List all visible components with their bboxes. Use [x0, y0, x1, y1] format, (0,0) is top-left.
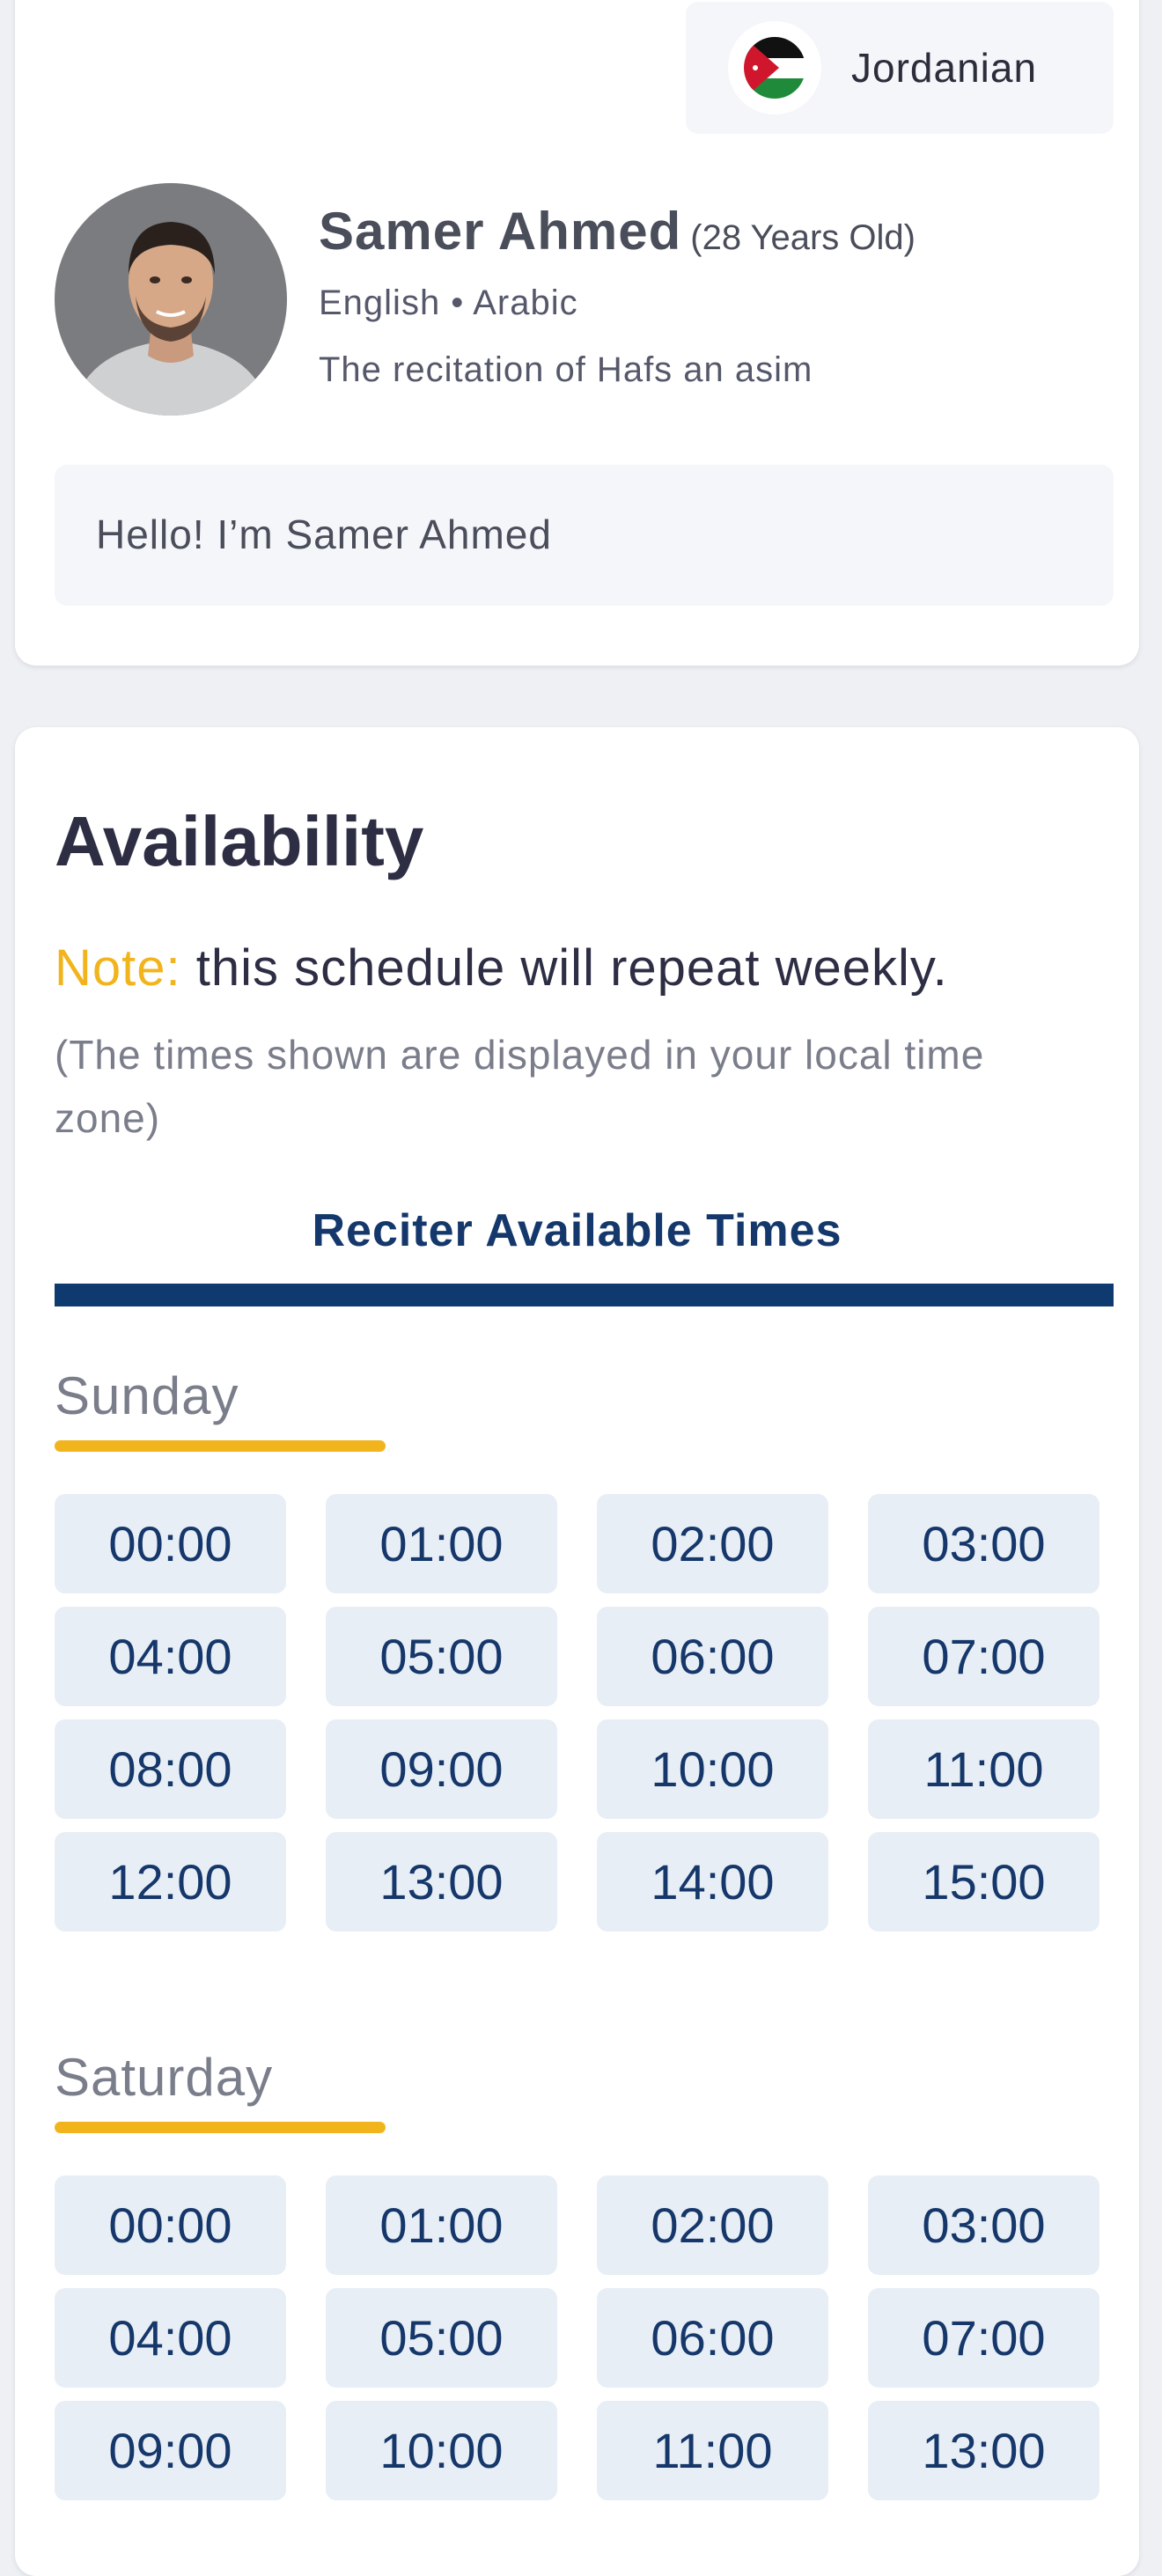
time-slots-saturday: 00:00 01:00 02:00 03:00 04:00 05:00 06:0…: [55, 2175, 1114, 2500]
time-slot[interactable]: 01:00: [326, 1494, 557, 1593]
jordan-flag-icon: [728, 21, 821, 114]
bio-text: Hello! I’m Samer Ahmed: [96, 512, 552, 557]
tab-reciter-available-times[interactable]: Reciter Available Times: [15, 1204, 1139, 1257]
time-slot[interactable]: 09:00: [55, 2401, 286, 2500]
time-slot[interactable]: 04:00: [55, 2288, 286, 2388]
day-name: Sunday: [55, 1366, 239, 1425]
time-slot[interactable]: 11:00: [597, 2401, 828, 2500]
tab-indicator: [55, 1284, 1114, 1306]
avatar: [55, 183, 287, 416]
time-slot[interactable]: 06:00: [597, 2288, 828, 2388]
availability-card: Availability Note: this schedule will re…: [15, 727, 1139, 2576]
time-slot[interactable]: 04:00: [55, 1607, 286, 1706]
time-slot[interactable]: 10:00: [597, 1719, 828, 1819]
time-slot[interactable]: 00:00: [55, 1494, 286, 1593]
time-slots-sunday: 00:00 01:00 02:00 03:00 04:00 05:00 06:0…: [55, 1494, 1114, 1932]
time-slot[interactable]: 05:00: [326, 2288, 557, 2388]
profile-card: Jordanian Samer Ahmed (28 Years Old) Engl…: [15, 0, 1139, 666]
availability-title: Availability: [55, 802, 424, 880]
time-slot[interactable]: 08:00: [55, 1719, 286, 1819]
note-prefix: Note:: [55, 939, 181, 997]
time-slot[interactable]: 12:00: [55, 1832, 286, 1932]
profile-name-line: Samer Ahmed (28 Years Old): [319, 201, 916, 261]
profile-languages: English • Arabic: [319, 283, 578, 322]
time-slot[interactable]: 06:00: [597, 1607, 828, 1706]
day-underline: [55, 2122, 386, 2133]
day-group-sunday: Sunday 00:00 01:00 02:00 03:00 04:00 05:…: [55, 1358, 1114, 1932]
time-slot[interactable]: 11:00: [868, 1719, 1099, 1819]
time-slot[interactable]: 03:00: [868, 1494, 1099, 1593]
profile-recitation: The recitation of Hafs an asim: [319, 350, 813, 389]
profile-age: (28 Years Old): [690, 218, 916, 257]
timezone-note: (The times shown are displayed in your l…: [55, 1032, 985, 1141]
time-slot[interactable]: 02:00: [597, 2175, 828, 2275]
bio-box: Hello! I’m Samer Ahmed: [55, 465, 1114, 606]
day-underline: [55, 1440, 386, 1452]
time-slot[interactable]: 13:00: [868, 2401, 1099, 2500]
time-slot[interactable]: 07:00: [868, 1607, 1099, 1706]
time-slot[interactable]: 07:00: [868, 2288, 1099, 2388]
day-name: Saturday: [55, 2048, 274, 2107]
time-slot[interactable]: 14:00: [597, 1832, 828, 1932]
time-slot[interactable]: 10:00: [326, 2401, 557, 2500]
time-slot[interactable]: 02:00: [597, 1494, 828, 1593]
time-slot[interactable]: 01:00: [326, 2175, 557, 2275]
time-slot[interactable]: 13:00: [326, 1832, 557, 1932]
schedule-note: Note: this schedule will repeat weekly.: [55, 938, 948, 997]
nationality-label: Jordanian: [851, 45, 1038, 91]
note-text: this schedule will repeat weekly.: [180, 939, 948, 997]
nationality-chip: Jordanian: [686, 2, 1114, 134]
time-slot[interactable]: 00:00: [55, 2175, 286, 2275]
time-slot[interactable]: 05:00: [326, 1607, 557, 1706]
day-group-saturday: Saturday 00:00 01:00 02:00 03:00 04:00 0…: [55, 2039, 1114, 2500]
time-slot[interactable]: 15:00: [868, 1832, 1099, 1932]
time-slot[interactable]: 09:00: [326, 1719, 557, 1819]
time-slot[interactable]: 03:00: [868, 2175, 1099, 2275]
profile-name: Samer Ahmed: [319, 202, 682, 261]
